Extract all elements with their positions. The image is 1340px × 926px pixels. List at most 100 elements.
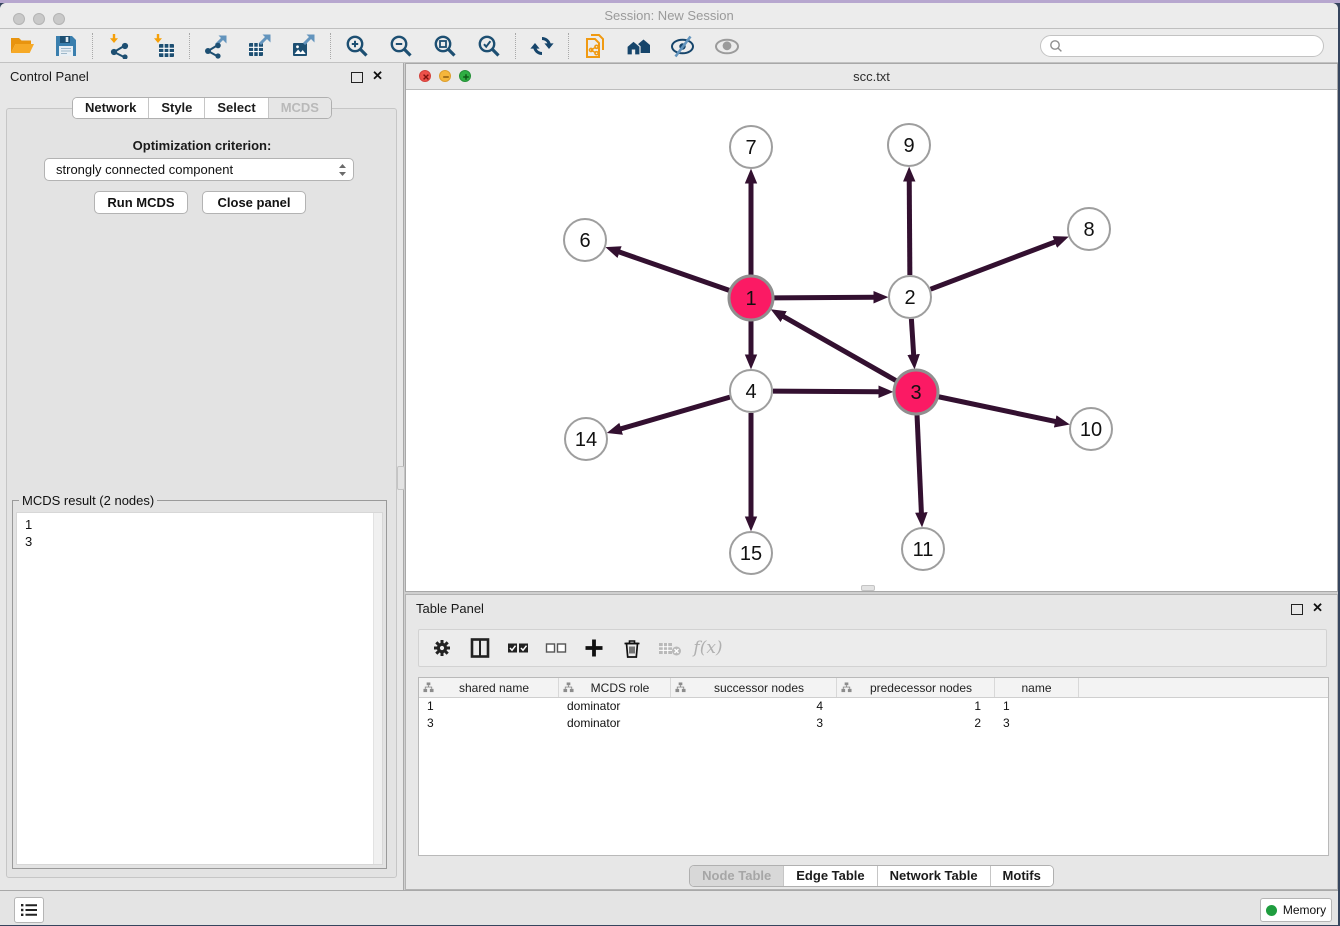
mcds-result-textarea[interactable]: 13 xyxy=(16,512,383,865)
import-table-icon[interactable] xyxy=(149,32,177,60)
edge-2-3[interactable] xyxy=(911,319,913,355)
zoom-out-icon[interactable] xyxy=(387,32,415,60)
cell-name[interactable]: 1 xyxy=(995,698,1079,715)
tab-network-table[interactable]: Network Table xyxy=(877,866,990,886)
column-header-shared-name[interactable]: shared name xyxy=(419,678,559,697)
tab-mcds[interactable]: MCDS xyxy=(268,98,331,118)
edge-4-3[interactable] xyxy=(773,391,879,392)
save-session-icon[interactable] xyxy=(52,32,80,60)
cell-mcds-role[interactable]: dominator xyxy=(559,698,671,715)
node-label-6: 6 xyxy=(579,230,590,252)
show-columns-icon[interactable] xyxy=(467,636,493,660)
run-mcds-button[interactable]: Run MCDS xyxy=(94,191,188,214)
node-label-4: 4 xyxy=(745,381,756,403)
cell-successor-nodes[interactable]: 4 xyxy=(671,698,837,715)
minimize-network-button[interactable] xyxy=(439,70,451,82)
table-header-row: shared nameMCDS rolesuccessor nodesprede… xyxy=(419,678,1328,698)
zoom-selected-icon[interactable] xyxy=(475,32,503,60)
column-header-mcds-role[interactable]: MCDS role xyxy=(559,678,671,697)
chevron-up-down-icon xyxy=(338,163,347,177)
search-input[interactable] xyxy=(1063,38,1307,54)
export-table-icon[interactable] xyxy=(246,32,274,60)
cell-successor-nodes[interactable]: 3 xyxy=(671,715,837,732)
horizontal-splitter-handle[interactable] xyxy=(861,585,875,591)
task-history-button[interactable] xyxy=(14,897,44,923)
table-row[interactable]: 3dominator323 xyxy=(419,715,1328,732)
tab-network[interactable]: Network xyxy=(73,98,148,118)
tab-select[interactable]: Select xyxy=(204,98,267,118)
close-window-button[interactable] xyxy=(13,13,25,25)
edge-3-10[interactable] xyxy=(939,397,1056,422)
unselect-all-icon[interactable] xyxy=(543,636,569,660)
network-graph[interactable]: 7968124314101511 xyxy=(406,90,1337,591)
function-builder-icon[interactable]: f(x) xyxy=(695,636,721,660)
zoom-window-button[interactable] xyxy=(53,13,65,25)
tab-motifs[interactable]: Motifs xyxy=(990,866,1053,886)
tab-style[interactable]: Style xyxy=(148,98,204,118)
search-icon xyxy=(1049,39,1063,53)
edge-2-9[interactable] xyxy=(909,181,910,275)
vertical-splitter-handle[interactable] xyxy=(397,466,405,490)
control-panel-title: Control Panel xyxy=(10,69,89,84)
criterion-dropdown[interactable]: strongly connected component xyxy=(44,158,354,181)
node-label-14: 14 xyxy=(575,429,597,451)
column-header-predecessor-nodes[interactable]: predecessor nodes xyxy=(837,678,995,697)
minimize-window-button[interactable] xyxy=(33,13,45,25)
close-panel-icon[interactable]: ✕ xyxy=(372,69,383,83)
first-neighbors-icon[interactable] xyxy=(625,32,653,60)
cell-name[interactable]: 3 xyxy=(995,715,1079,732)
table-row[interactable]: 1dominator411 xyxy=(419,698,1328,715)
maximize-network-button[interactable] xyxy=(459,70,471,82)
edge-3-1[interactable] xyxy=(783,316,896,380)
delete-table-icon[interactable] xyxy=(657,636,683,660)
network-canvas[interactable]: 7968124314101511 xyxy=(406,90,1337,591)
edge-3-11[interactable] xyxy=(917,415,921,513)
result-scrollbar[interactable] xyxy=(373,513,382,864)
close-panel-button[interactable]: Close panel xyxy=(202,191,306,214)
memory-label: Memory xyxy=(1283,903,1326,917)
mcds-result-line: 3 xyxy=(17,533,382,550)
edge-4-14[interactable] xyxy=(621,397,730,429)
delete-column-trash-icon[interactable] xyxy=(619,636,645,660)
tab-node-table[interactable]: Node Table xyxy=(690,866,783,886)
mcds-result-line: 1 xyxy=(17,513,382,533)
node-label-8: 8 xyxy=(1083,219,1094,241)
refresh-icon[interactable] xyxy=(528,32,556,60)
open-file-icon[interactable] xyxy=(8,32,36,60)
table-panel-title: Table Panel xyxy=(416,601,484,616)
network-view-window: scc.txt 7968124314101511 xyxy=(405,63,1338,592)
toolbar-separator xyxy=(189,33,190,59)
cell-shared-name[interactable]: 3 xyxy=(419,715,559,732)
edge-2-8[interactable] xyxy=(931,242,1056,289)
duplicate-network-icon[interactable] xyxy=(581,32,609,60)
tab-edge-table[interactable]: Edge Table xyxy=(783,866,876,886)
node-label-7: 7 xyxy=(745,137,756,159)
search-field[interactable] xyxy=(1040,35,1324,57)
cell-predecessor-nodes[interactable]: 1 xyxy=(837,698,995,715)
memory-button[interactable]: Memory xyxy=(1260,898,1332,922)
zoom-in-icon[interactable] xyxy=(343,32,371,60)
import-network-icon[interactable] xyxy=(105,32,133,60)
cell-shared-name[interactable]: 1 xyxy=(419,698,559,715)
float-panel-icon[interactable] xyxy=(351,72,363,83)
column-header-name[interactable]: name xyxy=(995,678,1079,697)
cell-predecessor-nodes[interactable]: 2 xyxy=(837,715,995,732)
edge-1-2[interactable] xyxy=(774,297,874,298)
fit-content-icon[interactable] xyxy=(431,32,459,60)
add-column-icon[interactable] xyxy=(581,636,607,660)
show-all-eye-icon[interactable] xyxy=(713,32,741,60)
toolbar-separator xyxy=(568,33,569,59)
export-image-icon[interactable] xyxy=(290,32,318,60)
select-all-icon[interactable] xyxy=(505,636,531,660)
hide-selected-eye-icon[interactable] xyxy=(669,32,697,60)
close-table-panel-icon[interactable]: ✕ xyxy=(1312,601,1323,615)
window-titlebar: Session: New Session xyxy=(0,3,1338,29)
node-label-11: 11 xyxy=(913,539,934,561)
close-network-button[interactable] xyxy=(419,70,431,82)
cell-mcds-role[interactable]: dominator xyxy=(559,715,671,732)
column-header-successor-nodes[interactable]: successor nodes xyxy=(671,678,837,697)
edge-1-6[interactable] xyxy=(619,252,729,291)
table-options-gear-icon[interactable] xyxy=(429,636,455,660)
float-table-panel-icon[interactable] xyxy=(1291,604,1303,615)
export-network-icon[interactable] xyxy=(202,32,230,60)
